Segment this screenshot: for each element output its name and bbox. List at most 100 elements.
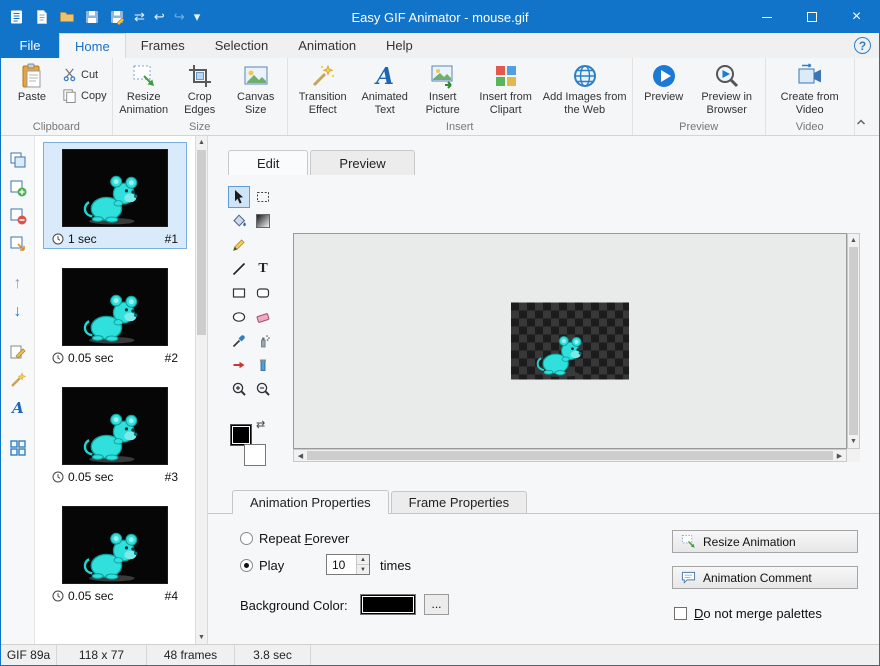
duplicate-frame-button[interactable] xyxy=(6,148,30,172)
tab-animation-properties[interactable]: Animation Properties xyxy=(232,490,389,514)
scrollbar-thumb[interactable] xyxy=(307,451,833,460)
canvas-horizontal-scrollbar[interactable]: ◀ ▶ xyxy=(293,449,847,462)
resize-animation-panel-button[interactable]: Resize Animation xyxy=(672,530,858,553)
scroll-down-icon[interactable]: ▼ xyxy=(848,435,859,448)
extract-frame-button[interactable] xyxy=(6,232,30,256)
eyedropper-tool[interactable] xyxy=(228,330,250,352)
move-frame-down-button[interactable]: ↓ xyxy=(6,300,30,324)
frame-item-4[interactable]: 0.05 sec #4 xyxy=(43,499,187,606)
tab-preview[interactable]: Preview xyxy=(310,150,414,175)
collapse-ribbon-button[interactable] xyxy=(854,115,868,129)
foreground-color-swatch[interactable] xyxy=(230,424,252,446)
frame-item-3[interactable]: 0.05 sec #3 xyxy=(43,380,187,487)
brush-tool[interactable] xyxy=(252,234,274,256)
crop-edges-button[interactable]: Crop Edges xyxy=(172,59,228,116)
preview-button[interactable]: Preview xyxy=(636,59,692,104)
marquee-select-tool[interactable] xyxy=(252,186,274,208)
play-radio[interactable]: Play xyxy=(240,558,284,573)
move-frame-up-button[interactable]: ↑ xyxy=(6,272,30,296)
transition-effect-button[interactable]: Transition Effect xyxy=(291,59,355,116)
line-tool[interactable] xyxy=(228,258,250,280)
select-tool[interactable] xyxy=(228,186,250,208)
frame-effects-button[interactable] xyxy=(6,368,30,392)
tab-file[interactable]: File xyxy=(1,33,59,58)
scroll-left-icon[interactable]: ◀ xyxy=(294,450,307,461)
canvas-size-button[interactable]: Canvas Size xyxy=(228,59,284,116)
rounded-rectangle-tool[interactable] xyxy=(252,282,274,304)
pencil-tool[interactable] xyxy=(228,234,250,256)
scroll-up-icon[interactable]: ▲ xyxy=(848,234,859,247)
scroll-right-icon[interactable]: ▶ xyxy=(833,450,846,461)
frame-thumbnail xyxy=(62,149,168,227)
frame-item-2[interactable]: 0.05 sec #2 xyxy=(43,261,187,368)
spinner-buttons: ▲ ▼ xyxy=(356,555,369,574)
ellipse-tool[interactable] xyxy=(228,306,250,328)
preview-in-browser-button[interactable]: Preview in Browser xyxy=(692,59,762,116)
cut-button[interactable]: Cut xyxy=(62,67,107,82)
help-icon[interactable]: ? xyxy=(854,37,871,54)
animation-background-color-swatch[interactable] xyxy=(360,594,416,615)
scroll-down-icon[interactable]: ▼ xyxy=(196,631,207,644)
repeat-forever-radio[interactable]: Repeat Forever xyxy=(240,531,349,546)
tab-frame-properties[interactable]: Frame Properties xyxy=(391,491,527,513)
frame-list-scrollbar[interactable]: ▲ ▼ xyxy=(195,136,208,644)
frame-item-1[interactable]: 1 sec #1 xyxy=(43,142,187,249)
open-folder-icon[interactable] xyxy=(59,9,75,25)
eraser-tool[interactable] xyxy=(252,306,274,328)
animated-text-button[interactable]: A Animated Text xyxy=(355,59,415,116)
scroll-up-icon[interactable]: ▲ xyxy=(196,136,207,149)
tab-frames[interactable]: Frames xyxy=(126,33,200,58)
tab-help[interactable]: Help xyxy=(371,33,428,58)
zoom-out-tool[interactable] xyxy=(252,378,274,400)
gradient-tool[interactable] xyxy=(252,210,274,232)
paste-button[interactable]: Paste xyxy=(4,59,60,104)
play-count-value[interactable]: 10 xyxy=(327,555,356,574)
swap-colors-icon[interactable]: ⇄ xyxy=(256,418,265,431)
new-document-icon[interactable] xyxy=(34,9,50,25)
insert-from-clipart-button[interactable]: Insert from Clipart xyxy=(471,59,541,116)
save-icon[interactable] xyxy=(84,9,100,25)
delete-frame-button[interactable] xyxy=(6,204,30,228)
spray-tool[interactable] xyxy=(252,330,274,352)
insert-picture-button[interactable]: Insert Picture xyxy=(415,59,471,116)
background-color-browse-button[interactable]: ... xyxy=(424,594,449,615)
create-from-video-button[interactable]: Create from Video xyxy=(769,59,851,116)
scrollbar-thumb[interactable] xyxy=(197,150,206,335)
edit-frame-button[interactable] xyxy=(6,340,30,364)
tab-selection[interactable]: Selection xyxy=(200,33,283,58)
animation-comment-button[interactable]: Animation Comment xyxy=(672,566,858,589)
minimize-button[interactable] xyxy=(744,1,789,33)
gif-image[interactable] xyxy=(511,303,629,380)
thumbnail-view-button[interactable] xyxy=(6,436,30,460)
play-count-spinner[interactable]: 10 ▲ ▼ xyxy=(326,554,370,575)
merge-palettes-checkbox[interactable]: Do not merge palettes xyxy=(674,606,822,621)
tab-edit[interactable]: Edit xyxy=(228,150,308,175)
canvas-vertical-scrollbar[interactable]: ▲ ▼ xyxy=(847,233,860,449)
spinner-down-icon[interactable]: ▼ xyxy=(357,565,369,574)
maximize-button[interactable] xyxy=(789,1,834,33)
repeat-forever-label: Repeat Forever xyxy=(259,531,349,546)
qat-dropdown-icon[interactable]: ▾ xyxy=(194,9,201,25)
save-as-icon[interactable] xyxy=(109,9,125,25)
tab-home[interactable]: Home xyxy=(59,33,126,58)
scrollbar-thumb[interactable] xyxy=(849,247,858,435)
zoom-in-tool[interactable] xyxy=(228,378,250,400)
add-images-from-web-button[interactable]: Add Images from the Web xyxy=(541,59,629,116)
resize-animation-button[interactable]: Resize Animation xyxy=(116,59,172,116)
spinner-up-icon[interactable]: ▲ xyxy=(357,555,369,565)
color-replace-tool[interactable] xyxy=(252,354,274,376)
undo-icon[interactable]: ↩ xyxy=(154,9,165,25)
text-tool[interactable]: T xyxy=(252,258,274,280)
background-color-swatch[interactable] xyxy=(244,444,266,466)
mouse-image xyxy=(79,530,149,582)
rectangle-tool[interactable] xyxy=(228,282,250,304)
export-icon[interactable]: ⇄ xyxy=(134,9,145,25)
add-frame-button[interactable] xyxy=(6,176,30,200)
edit-canvas[interactable] xyxy=(293,233,847,449)
frame-text-button[interactable]: A xyxy=(6,396,30,420)
arrow-tool[interactable] xyxy=(228,354,250,376)
copy-button[interactable]: Copy xyxy=(62,88,107,103)
tab-animation[interactable]: Animation xyxy=(283,33,371,58)
fill-tool[interactable] xyxy=(228,210,250,232)
close-button[interactable]: × xyxy=(834,1,879,33)
